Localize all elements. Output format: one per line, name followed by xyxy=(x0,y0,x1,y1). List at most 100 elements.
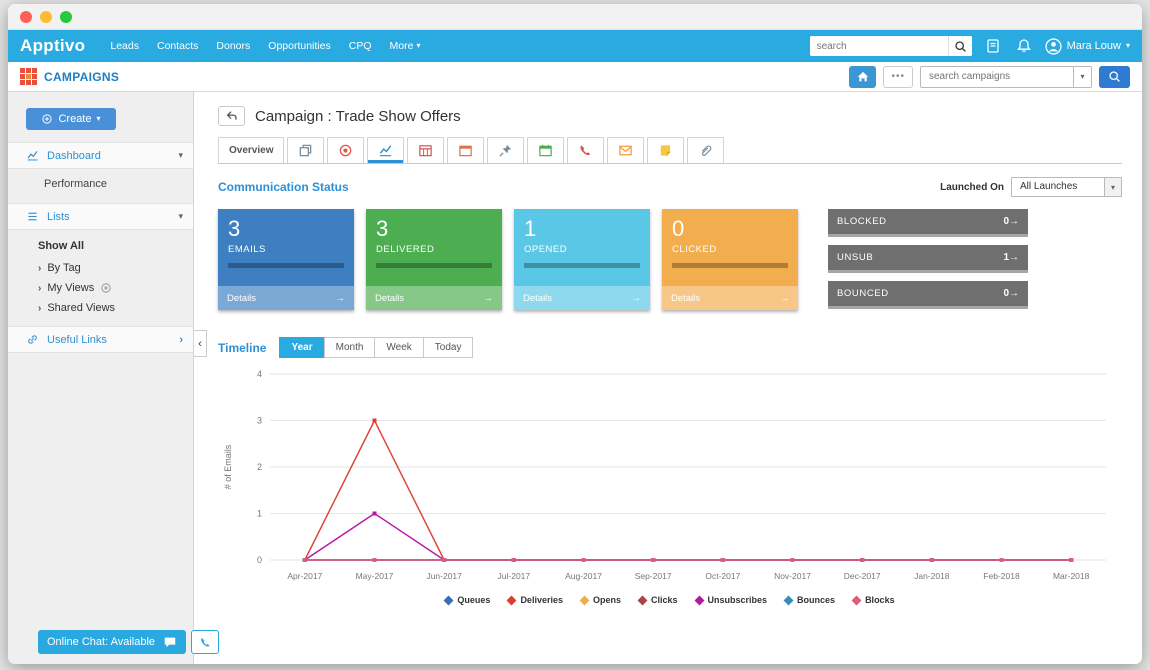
stat-value: 1 xyxy=(524,217,640,241)
user-menu[interactable]: Mara Louw ▾ xyxy=(1045,38,1130,55)
campaign-tabstrip: Overview xyxy=(218,137,1122,164)
stat-bar-blocked[interactable]: BLOCKED 0→ xyxy=(828,209,1028,234)
online-chat-button[interactable]: Online Chat: Available xyxy=(38,630,186,654)
stat-label: CLICKED xyxy=(672,244,788,255)
tab-pin[interactable] xyxy=(487,137,524,163)
tab-calls[interactable] xyxy=(567,137,604,163)
chevron-down-icon: ▾ xyxy=(178,150,183,161)
notifications-icon[interactable] xyxy=(1014,36,1034,56)
legend-item-opens[interactable]: Opens xyxy=(581,595,621,605)
tab-target[interactable] xyxy=(327,137,364,163)
stat-label: BOUNCED xyxy=(837,288,889,299)
legend-item-clicks[interactable]: Clicks xyxy=(639,595,678,605)
tab-schedule[interactable] xyxy=(447,137,484,163)
launched-on-select[interactable]: All Launches ▾ xyxy=(1011,177,1122,197)
sidebar-item-lists[interactable]: Lists ▾ xyxy=(8,203,193,230)
window-zoom-button[interactable] xyxy=(60,11,72,23)
tab-notes[interactable] xyxy=(647,137,684,163)
addressbook-icon[interactable] xyxy=(983,36,1003,56)
legend-item-unsubscribes[interactable]: Unsubscribes xyxy=(696,595,768,605)
window-close-button[interactable] xyxy=(20,11,32,23)
stat-value: 3 xyxy=(228,217,344,241)
main-content: Campaign : Trade Show Offers Overview Co… xyxy=(194,92,1142,664)
details-button[interactable]: Details → xyxy=(662,286,798,310)
sidebar-item-label: My Views xyxy=(47,282,94,294)
svg-text:3: 3 xyxy=(257,416,262,426)
details-button[interactable]: Details → xyxy=(514,286,650,310)
arrow-right-icon: → xyxy=(336,293,346,304)
stat-bar-bounced[interactable]: BOUNCED 0→ xyxy=(828,281,1028,306)
global-search-button[interactable] xyxy=(948,36,972,56)
nav-item-donors[interactable]: Donors xyxy=(207,30,259,62)
lists-icon xyxy=(26,210,39,223)
nav-item-cpq[interactable]: CPQ xyxy=(340,30,381,62)
back-button[interactable] xyxy=(218,106,245,126)
stat-label: EMAILS xyxy=(228,244,344,255)
tab-emails[interactable] xyxy=(607,137,644,163)
sidebar-item-show-all[interactable]: Show All xyxy=(8,230,193,254)
chat-phone-button[interactable] xyxy=(191,630,219,654)
legend-marker-icon xyxy=(444,595,454,605)
topnav-right-cluster: Mara Louw ▾ xyxy=(810,36,1130,56)
svg-text:0: 0 xyxy=(257,555,262,565)
legend-item-deliveries[interactable]: Deliveries xyxy=(508,595,563,605)
launched-on-value: All Launches xyxy=(1012,178,1104,196)
sidebar-item-useful-links[interactable]: Useful Links › xyxy=(8,326,193,353)
nav-item-more[interactable]: More ▾ xyxy=(381,30,430,62)
legend-label: Queues xyxy=(457,595,490,605)
timeline-tab-today[interactable]: Today xyxy=(423,337,474,358)
sidebar-item-performance[interactable]: Performance xyxy=(8,169,193,191)
stat-label: BLOCKED xyxy=(837,216,887,227)
notes-icon xyxy=(658,143,673,158)
sidebar-item-label: Useful Links xyxy=(47,334,107,346)
add-view-icon[interactable] xyxy=(100,282,112,294)
tab-duplicate[interactable] xyxy=(287,137,324,163)
app-title-label: CAMPAIGNS xyxy=(44,70,119,84)
global-search-input[interactable] xyxy=(810,36,948,56)
create-label: Create xyxy=(58,113,91,125)
details-label: Details xyxy=(671,293,700,304)
legend-marker-icon xyxy=(638,595,648,605)
tab-calendar[interactable] xyxy=(527,137,564,163)
svg-text:Dec-2017: Dec-2017 xyxy=(844,571,881,581)
legend-label: Opens xyxy=(593,595,621,605)
apptivo-logo[interactable]: Apptivo xyxy=(20,36,85,56)
timeline-tab-year[interactable]: Year xyxy=(279,337,324,358)
details-button[interactable]: Details → xyxy=(366,286,502,310)
sidebar-collapse-handle[interactable]: ‹ xyxy=(194,330,207,357)
arrow-right-icon: → xyxy=(1009,216,1019,227)
details-button[interactable]: Details → xyxy=(218,286,354,310)
nav-item-opportunities[interactable]: Opportunities xyxy=(259,30,339,62)
timeline-tab-month[interactable]: Month xyxy=(324,337,376,358)
tab-table[interactable] xyxy=(407,137,444,163)
legend-item-queues[interactable]: Queues xyxy=(445,595,490,605)
main-menu: Leads Contacts Donors Opportunities CPQ … xyxy=(101,30,429,62)
campaign-search-button[interactable] xyxy=(1099,66,1130,88)
legend-label: Unsubscribes xyxy=(708,595,768,605)
tab-attachments[interactable] xyxy=(687,137,724,163)
nav-item-contacts[interactable]: Contacts xyxy=(148,30,207,62)
campaign-search-input[interactable] xyxy=(921,67,1073,87)
sidebar-item-by-tag[interactable]: › By Tag xyxy=(8,254,193,274)
chevron-right-icon: › xyxy=(38,263,41,274)
tab-communication-status[interactable] xyxy=(367,137,404,163)
more-actions-button[interactable]: ••• xyxy=(883,66,913,88)
stat-bar-unsub[interactable]: UNSUB 1→ xyxy=(828,245,1028,270)
chart-icon xyxy=(378,143,393,158)
window-minimize-button[interactable] xyxy=(40,11,52,23)
search-options-dropdown[interactable]: ▾ xyxy=(1073,67,1091,87)
back-arrow-icon xyxy=(225,109,239,123)
sidebar-item-shared-views[interactable]: › Shared Views xyxy=(8,294,193,314)
legend-item-blocks[interactable]: Blocks xyxy=(853,595,895,605)
sidebar-item-dashboard[interactable]: Dashboard ▾ xyxy=(8,142,193,169)
sidebar-item-my-views[interactable]: › My Views xyxy=(8,274,193,294)
nav-item-leads[interactable]: Leads xyxy=(101,30,148,62)
create-button[interactable]: Create ▾ xyxy=(26,108,116,130)
progress-bar xyxy=(376,263,492,268)
tab-overview[interactable]: Overview xyxy=(218,137,284,163)
timeline-tab-week[interactable]: Week xyxy=(374,337,423,358)
home-button[interactable] xyxy=(849,66,876,88)
window-titlebar xyxy=(8,4,1142,30)
legend-item-bounces[interactable]: Bounces xyxy=(785,595,835,605)
target-icon xyxy=(338,143,353,158)
